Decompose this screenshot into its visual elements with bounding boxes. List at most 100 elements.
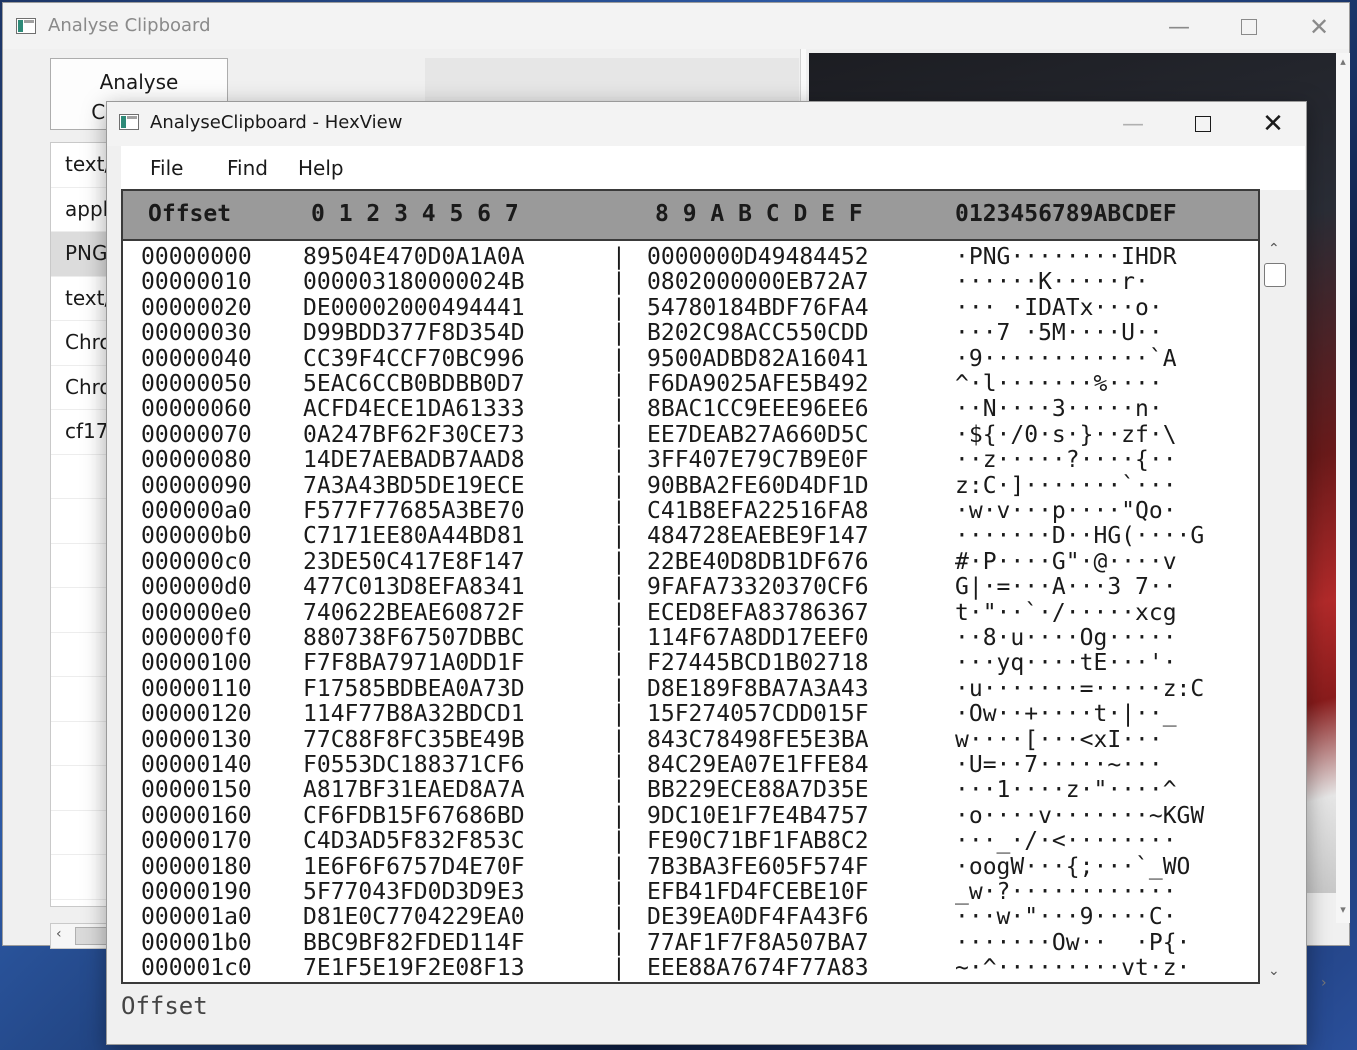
- hex-row[interactable]: 00000030 D99BDD377F8D354D | B202C98ACC550CD…: [123, 321, 1258, 346]
- row-ascii: G|·=···A···3 7··: [955, 574, 1177, 601]
- row-offset: 00000010: [141, 269, 252, 296]
- close-icon[interactable]: ✕: [1255, 107, 1291, 141]
- hex-row[interactable]: 00000060 ACFD4ECE1DA61333 | 8BAC1CC9EEE96EE…: [123, 397, 1258, 422]
- hex-row[interactable]: 00000070 0A247BF62F30CE73 | EE7DEAB27A660D5…: [123, 421, 1258, 448]
- hex-row[interactable]: 00000150 A817BF31EAED8A7A | BB229ECE88A7D35…: [123, 778, 1258, 803]
- hex-row[interactable]: 00000140 F0553DC188371CF6 | 84C29EA07E1FFE8…: [123, 753, 1258, 778]
- title-bar[interactable]: Analyse Clipboard — ✕: [3, 3, 1349, 49]
- app-icon: [119, 114, 139, 130]
- list-item-selected[interactable]: PNG: [51, 232, 113, 277]
- hex-row[interactable]: 00000190 5F77043FD0D3D9E3 | EFB41FD4FCEBE10…: [123, 880, 1258, 905]
- hex-row[interactable]: 000000c0 23DE50C417E8F147 | 22BE40D8DB1DF67…: [123, 548, 1258, 575]
- hex-row[interactable]: 00000180 1E6F6F6757D4E70F | 7B3BA3FE605F574…: [123, 853, 1258, 880]
- row-offset: 000000b0: [141, 523, 252, 550]
- scroll-left-icon[interactable]: ‹: [56, 926, 62, 942]
- row-hex-high: 7B3BA3FE605F574F: [647, 853, 869, 880]
- hex-row[interactable]: 000001c0 7E1F5E19F2E08F13 | EEE88A7674F77A8…: [123, 956, 1258, 981]
- scroll-right-icon[interactable]: ›: [1321, 975, 1327, 991]
- row-separator: |: [612, 701, 626, 728]
- hex-row[interactable]: 000001a0 D81E0C7704229EA0 | DE39EA0DF4FA43F…: [123, 905, 1258, 930]
- hex-row[interactable]: 000000a0 F577F77685A3BE70 | C41B8EFA22516FA…: [123, 499, 1258, 524]
- minimize-icon[interactable]: —: [1161, 11, 1197, 43]
- hex-row[interactable]: 000000e0 740622BEAE60872F | ECED8EFA8378636…: [123, 599, 1258, 626]
- row-separator: |: [612, 498, 626, 524]
- list-horizontal-scrollbar[interactable]: ‹: [50, 923, 115, 949]
- header-cols-low: 0 1 2 3 4 5 6 7: [311, 201, 519, 227]
- row-ascii: ··8·u····Og·····: [955, 625, 1177, 651]
- scroll-up-icon[interactable]: ⌃: [1268, 241, 1280, 257]
- menu-file[interactable]: File: [135, 155, 198, 181]
- row-hex-low: 5EAC6CCB0BDBB0D7: [303, 371, 525, 397]
- maximize-icon[interactable]: [1231, 11, 1267, 43]
- title-bar[interactable]: AnalyseClipboard - HexView — ✕: [107, 102, 1306, 146]
- hex-row[interactable]: 00000020 DE00002000494441 | 54780184BDF76FA…: [123, 294, 1258, 321]
- hex-row[interactable]: 00000100 F7F8BA7971A0DD1F | F27445BCD1B0271…: [123, 651, 1258, 676]
- hex-row[interactable]: 000000d0 477C013D8EFA8341 | 9FAFA73320370CF…: [123, 575, 1258, 600]
- status-bar: Offset: [121, 992, 208, 1020]
- hex-row[interactable]: 00000130 77C88F8FC35BE49B | 843C78498FE5E3B…: [123, 727, 1258, 753]
- scroll-up-icon[interactable]: ▴: [1336, 55, 1350, 68]
- hex-row[interactable]: 00000160 CF6FDB15F67686BD | 9DC10E1F7E4B475…: [123, 802, 1258, 829]
- row-offset: 00000030: [141, 320, 252, 347]
- list-item-empty: [51, 677, 113, 722]
- hex-row[interactable]: 00000080 14DE7AEBADB7AAD8 | 3FF407E79C7B9E0…: [123, 448, 1258, 473]
- hex-row[interactable]: 00000110 F17585BDBEA0A73D | D8E189F8BA7A3A4…: [123, 675, 1258, 702]
- row-hex-low: CF6FDB15F67686BD: [303, 802, 525, 829]
- row-separator: |: [612, 548, 626, 575]
- list-item-empty: [51, 588, 113, 633]
- row-hex-high: C41B8EFA22516FA8: [647, 498, 869, 524]
- row-ascii: ···w·"···9····C·: [955, 904, 1177, 931]
- list-item[interactable]: text/: [51, 277, 113, 321]
- hex-row[interactable]: 000000f0 880738F67507DBBC | 114F67A8DD17EEF…: [123, 626, 1258, 651]
- list-item[interactable]: Chro: [51, 321, 113, 366]
- row-ascii: ···_·/·<········: [955, 828, 1177, 855]
- list-item[interactable]: appl: [51, 188, 113, 232]
- hex-row[interactable]: 00000050 5EAC6CCB0BDBB0D7 | F6DA9025AFE5B49…: [123, 372, 1258, 397]
- maximize-icon[interactable]: [1185, 107, 1221, 141]
- scroll-down-icon[interactable]: ▾: [1336, 903, 1350, 916]
- row-hex-low: F0553DC188371CF6: [303, 752, 525, 778]
- hex-vertical-scrollbar[interactable]: ⌃ ⌄: [1260, 241, 1290, 984]
- hex-row[interactable]: 00000000 89504E470D0A1A0A | 0000000D4948445…: [123, 245, 1258, 270]
- row-hex-high: DE39EA0DF4FA43F6: [647, 904, 869, 931]
- menu-help[interactable]: Help: [283, 155, 359, 181]
- row-ascii: ·Ow··+····t·|··_: [955, 701, 1177, 728]
- list-item-empty: [51, 855, 113, 900]
- preview-scrollbar[interactable]: ▴ ▾: [1336, 53, 1350, 923]
- list-item[interactable]: cf17: [51, 410, 113, 455]
- row-hex-high: 84C29EA07E1FFE84: [647, 752, 869, 778]
- minimize-icon[interactable]: —: [1115, 107, 1151, 141]
- hex-row[interactable]: 00000010 000003180000024B | 0802000000EB72A…: [123, 270, 1258, 295]
- row-separator: |: [612, 904, 626, 931]
- row-separator: |: [612, 929, 626, 956]
- row-hex-low: DE00002000494441: [303, 294, 525, 321]
- hex-dump-view[interactable]: 00000000 89504E470D0A1A0A | 0000000D4948445…: [121, 241, 1260, 984]
- hex-row[interactable]: 00000170 C4D3AD5F832F853C | FE90C71BF1FAB8C…: [123, 829, 1258, 854]
- scroll-down-icon[interactable]: ⌄: [1268, 963, 1280, 979]
- menu-find[interactable]: Find: [212, 155, 283, 181]
- hex-row[interactable]: 000001b0 BBC9BF82FDED114F | 77AF1F7F8A507BA…: [123, 929, 1258, 956]
- row-offset: 00000110: [141, 675, 252, 702]
- row-hex-low: 0A247BF62F30CE73: [303, 421, 525, 448]
- row-offset: 00000090: [141, 472, 252, 499]
- row-ascii: ···yq····tE···'·: [955, 650, 1177, 677]
- row-separator: |: [612, 752, 626, 778]
- hex-row[interactable]: 00000120 114F77B8A32BDCD1 | 15F274057CDD015…: [123, 702, 1258, 727]
- row-separator: |: [612, 625, 626, 651]
- row-ascii: ·${·/0·s·}··zf·\: [955, 421, 1177, 448]
- list-item[interactable]: text/: [51, 143, 113, 188]
- row-hex-low: 740622BEAE60872F: [303, 599, 525, 626]
- close-icon[interactable]: ✕: [1301, 11, 1337, 43]
- hex-row[interactable]: 00000040 CC39F4CCF70BC996 | 9500ADBD82A1604…: [123, 346, 1258, 372]
- row-offset: 000000d0: [141, 574, 252, 601]
- list-item[interactable]: Chro: [51, 366, 113, 410]
- row-hex-high: 77AF1F7F8A507BA7: [647, 929, 869, 956]
- format-list[interactable]: text/ appl PNG text/ Chro Chro cf17: [50, 142, 114, 907]
- row-offset: 000000a0: [141, 498, 252, 524]
- hex-row[interactable]: 00000090 7A3A43BD5DE19ECE | 90BBA2FE60D4DF1…: [123, 472, 1258, 499]
- row-ascii: t·"··`·/·····xcg: [955, 599, 1177, 626]
- hex-row[interactable]: 000000b0 C7171EE80A44BD81 | 484728EAEBE9F14…: [123, 524, 1258, 549]
- row-hex-high: F6DA9025AFE5B492: [647, 371, 869, 397]
- scroll-thumb[interactable]: [1264, 263, 1286, 287]
- row-ascii: ·u·······=·····z:C: [955, 675, 1205, 702]
